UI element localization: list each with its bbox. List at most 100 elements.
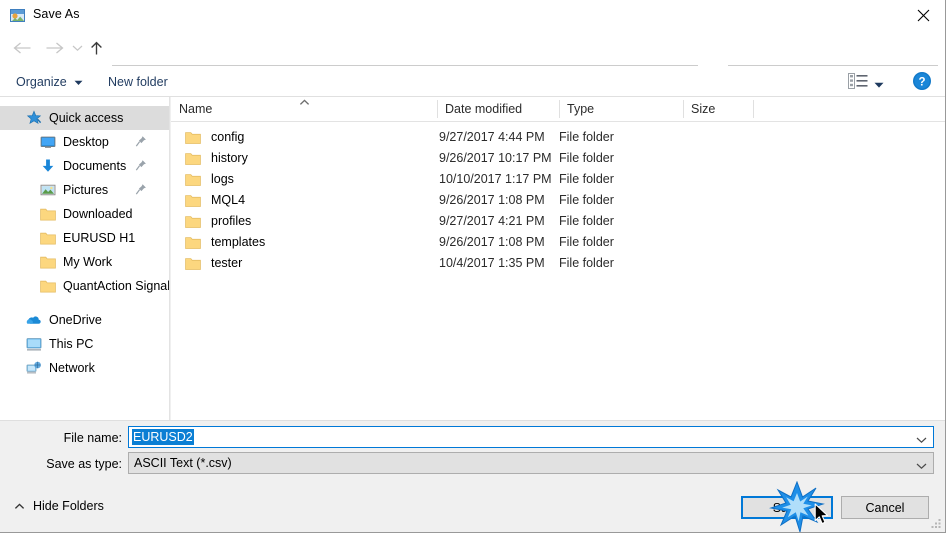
sidebar-item-quantaction-signal[interactable]: QuantAction Signal — [0, 274, 169, 298]
this-pc-icon — [26, 336, 42, 352]
pin-icon[interactable] — [135, 135, 147, 148]
file-name: config — [211, 130, 245, 144]
save-form: File name: EURUSD2 Save as type: ASCII T… — [0, 420, 945, 488]
folder-icon — [40, 278, 56, 294]
file-type: File folder — [559, 130, 614, 144]
sidebar-item-downloaded[interactable]: Downloaded — [0, 202, 169, 226]
sidebar-item-network[interactable]: Network — [0, 356, 169, 380]
close-button[interactable] — [900, 0, 945, 31]
file-date: 9/27/2017 4:44 PM — [439, 130, 545, 144]
table-row[interactable]: templates 9/26/2017 1:08 PM File folder — [171, 233, 945, 253]
sidebar-item-desktop[interactable]: Desktop — [0, 130, 169, 154]
file-name: tester — [211, 256, 243, 270]
column-header-type[interactable]: Type — [559, 102, 683, 122]
save-as-type-label: Save as type: — [46, 457, 122, 471]
file-date: 10/4/2017 1:35 PM — [439, 256, 545, 270]
file-name-input[interactable]: EURUSD2 — [128, 426, 934, 448]
new-folder-button[interactable]: New folder — [108, 71, 168, 92]
file-type: File folder — [559, 151, 614, 165]
save-button[interactable]: Save — [741, 496, 833, 519]
up-one-level-arrow-up-icon[interactable] — [84, 35, 108, 61]
organize-label: Organize — [16, 74, 67, 89]
folder-icon — [40, 254, 56, 270]
file-name-chevron-down-icon[interactable] — [916, 433, 927, 447]
title-bar: Save As — [0, 0, 945, 31]
file-date: 9/26/2017 1:08 PM — [439, 235, 545, 249]
sidebar-item-eurusd-h1[interactable]: EURUSD H1 — [0, 226, 169, 250]
sidebar-item-label: EURUSD H1 — [63, 231, 136, 245]
pin-icon[interactable] — [135, 183, 147, 196]
folder-icon — [185, 152, 201, 166]
sidebar-item-label: Documents — [63, 159, 127, 173]
file-name-label: File name: — [63, 431, 122, 445]
new-folder-label: New folder — [108, 74, 168, 89]
sidebar-item-documents[interactable]: Documents — [0, 154, 169, 178]
folder-icon — [40, 230, 56, 246]
view-options-chevron-down-icon[interactable] — [874, 78, 884, 92]
column-header-name[interactable]: Name — [171, 102, 437, 122]
sidebar-item-label: QuantAction Signal — [63, 279, 170, 293]
table-row[interactable]: profiles 9/27/2017 4:21 PM File folder — [171, 212, 945, 232]
save-as-dialog: Save As Organize New folder ? Quick acce… — [0, 0, 946, 533]
documents-icon — [40, 158, 56, 174]
folder-icon — [185, 236, 201, 250]
sidebar-item-quick-access[interactable]: Quick access — [0, 106, 169, 130]
table-row[interactable]: tester 10/4/2017 1:35 PM File folder — [171, 254, 945, 274]
command-toolbar: Organize New folder ? — [0, 66, 945, 97]
save-as-type-chevron-down-icon[interactable] — [916, 459, 927, 473]
file-type: File folder — [559, 256, 614, 270]
help-icon[interactable]: ? — [912, 71, 932, 91]
resize-grip-icon[interactable] — [930, 517, 943, 530]
sidebar-item-my-work[interactable]: My Work — [0, 250, 169, 274]
star-pin-icon — [26, 110, 42, 126]
sidebar-item-pictures[interactable]: Pictures — [0, 178, 169, 202]
sidebar-item-label: Network — [49, 361, 95, 375]
file-type: File folder — [559, 214, 614, 228]
save-as-type-value: ASCII Text (*.csv) — [134, 456, 232, 470]
file-list[interactable]: Name Date modified Type Size config 9/27… — [171, 97, 945, 420]
file-date: 9/26/2017 1:08 PM — [439, 193, 545, 207]
cancel-button[interactable]: Cancel — [841, 496, 929, 519]
folder-icon — [185, 215, 201, 229]
file-date: 10/10/2017 1:17 PM — [439, 172, 552, 186]
pin-icon[interactable] — [135, 159, 147, 172]
file-type: File folder — [559, 172, 614, 186]
network-icon — [26, 360, 42, 376]
app-icon — [9, 7, 26, 24]
sidebar-item-label: Desktop — [63, 135, 109, 149]
file-date: 9/26/2017 10:17 PM — [439, 151, 552, 165]
onedrive-icon — [26, 312, 42, 328]
sidebar-item-label: Downloaded — [63, 207, 133, 221]
desktop-icon — [40, 134, 56, 150]
list-view-icon[interactable] — [848, 72, 868, 90]
file-name: history — [211, 151, 248, 165]
forward-icon[interactable] — [40, 35, 68, 61]
caret-up-icon — [14, 499, 25, 513]
hide-folders-label: Hide Folders — [33, 499, 104, 513]
organize-button[interactable]: Organize — [16, 71, 83, 92]
folder-icon — [40, 206, 56, 222]
navigation-bar: « Roaming › MetaQuotes › Terminal › 9155… — [0, 31, 945, 89]
folder-icon — [185, 194, 201, 208]
back-icon[interactable] — [8, 35, 36, 61]
save-button-label: Save — [772, 500, 802, 515]
sidebar-item-label: My Work — [63, 255, 113, 269]
table-row[interactable]: logs 10/10/2017 1:17 PM File folder — [171, 170, 945, 190]
save-as-type-select[interactable]: ASCII Text (*.csv) — [128, 452, 934, 474]
file-type: File folder — [559, 193, 614, 207]
table-row[interactable]: config 9/27/2017 4:44 PM File folder — [171, 128, 945, 148]
file-date: 9/27/2017 4:21 PM — [439, 214, 545, 228]
column-header-size[interactable]: Size — [683, 102, 753, 122]
folder-icon — [185, 131, 201, 145]
column-header-date-modified[interactable]: Date modified — [437, 102, 559, 122]
navigation-sidebar[interactable]: Quick access Desktop Documents Pictures … — [0, 97, 170, 420]
hide-folders-button[interactable]: Hide Folders — [14, 497, 104, 515]
sidebar-item-label: Quick access — [49, 111, 124, 125]
sidebar-item-this-pc[interactable]: This PC — [0, 332, 169, 356]
table-row[interactable]: MQL4 9/26/2017 1:08 PM File folder — [171, 191, 945, 211]
svg-text:?: ? — [918, 77, 925, 89]
table-row[interactable]: history 9/26/2017 10:17 PM File folder — [171, 149, 945, 169]
folder-icon — [185, 173, 201, 187]
sidebar-item-onedrive[interactable]: OneDrive — [0, 308, 169, 332]
file-list-header: Name Date modified Type Size — [171, 97, 945, 122]
